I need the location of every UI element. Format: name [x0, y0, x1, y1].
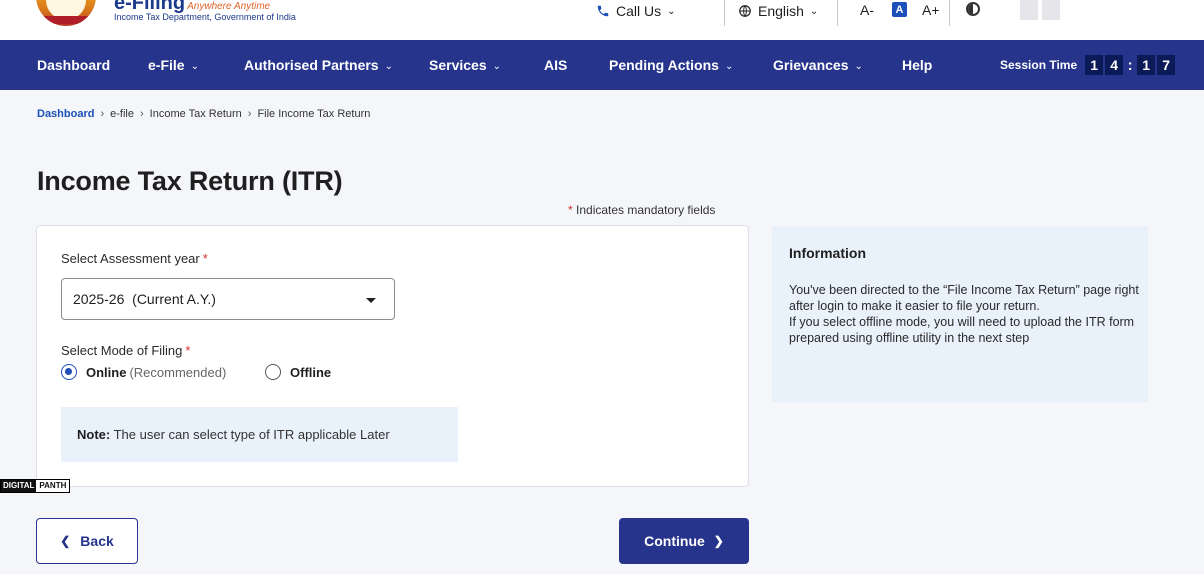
chevron-down-icon: ⌄	[854, 61, 863, 72]
chevron-right-icon: ❯	[713, 534, 724, 548]
chevron-down-icon: ⌄	[384, 61, 393, 72]
chevron-down-icon: ⌄	[492, 61, 501, 72]
divider	[724, 0, 725, 26]
session-digit: 4	[1105, 55, 1124, 75]
chevron-right-icon: ›	[139, 108, 144, 120]
call-us-dropdown[interactable]: Call Us ⌄	[596, 0, 676, 22]
breadcrumb-dashboard[interactable]: Dashboard	[37, 108, 94, 120]
nav-grievances[interactable]: Grievances ⌄	[773, 40, 863, 90]
nav-ais[interactable]: AIS	[544, 40, 567, 90]
divider	[949, 0, 950, 26]
avatar[interactable]	[1020, 0, 1062, 20]
nav-help[interactable]: Help	[902, 40, 932, 90]
breadcrumb: Dashboard › e-file › Income Tax Return › File …	[37, 108, 370, 120]
session-label: Session Time	[1000, 58, 1078, 72]
information-para-2: If you select offline mode, you will nee…	[789, 315, 1135, 345]
chevron-right-icon: ›	[247, 108, 252, 120]
globe-icon	[739, 5, 751, 17]
nav-e-file[interactable]: e-File ⌄	[148, 40, 199, 90]
filing-mode-label: Select Mode of Filing *	[61, 343, 191, 358]
chevron-down-icon: ⌄	[667, 5, 676, 17]
nav-authorised-partners[interactable]: Authorised Partners ⌄	[244, 40, 393, 90]
breadcrumb-e-file[interactable]: e-file	[110, 108, 134, 120]
mandatory-note: * Indicates mandatory fields	[568, 203, 716, 217]
note-box: Note: The user can select type of ITR ap…	[61, 407, 458, 462]
page-title: Income Tax Return (ITR)	[37, 166, 343, 196]
nav-pending-actions[interactable]: Pending Actions ⌄	[609, 40, 733, 90]
font-normal-button[interactable]: A	[892, 2, 907, 17]
chevron-left-icon: ❮	[60, 534, 71, 548]
assessment-year-select[interactable]: 2025-26 (Current A.Y.)	[61, 278, 395, 320]
session-timer: Session Time 1 4 : 1 7	[1000, 40, 1176, 90]
logo-tagline: Anywhere Anytime	[187, 1, 271, 12]
nav-services[interactable]: Services ⌄	[429, 40, 501, 90]
session-digit: 1	[1137, 55, 1156, 75]
caret-down-icon	[366, 298, 376, 303]
language-label: English	[758, 3, 804, 19]
watermark-logo: DIGITAL PANTH	[0, 479, 71, 493]
main-nav: Dashboard e-File ⌄ Authorised Partners ⌄ S…	[0, 40, 1204, 90]
session-digit: 7	[1157, 55, 1176, 75]
font-decrease-button[interactable]: A-	[860, 0, 874, 20]
contrast-icon[interactable]	[966, 2, 980, 16]
session-digit: 1	[1085, 55, 1104, 75]
note-text: The user can select type of ITR applicab…	[113, 427, 390, 442]
nav-dashboard[interactable]: Dashboard	[37, 40, 110, 90]
back-button[interactable]: ❮ Back	[36, 518, 138, 564]
top-header: e-Filing Anywhere Anytime Income Tax Depa…	[0, 0, 1204, 40]
information-para-1: You've been directed to the “File Income…	[789, 283, 1139, 313]
information-title: Information	[789, 245, 866, 261]
information-panel: Information You've been directed to the …	[772, 226, 1148, 402]
note-label: Note:	[77, 427, 111, 442]
assessment-year-value: 2025-26 (Current A.Y.)	[73, 291, 216, 307]
font-increase-button[interactable]: A+	[922, 0, 940, 20]
radio-button[interactable]	[61, 364, 77, 380]
breadcrumb-file-income-tax-return: File Income Tax Return	[257, 108, 371, 120]
radio-offline[interactable]: Offline	[265, 363, 331, 381]
chevron-down-icon: ⌄	[809, 5, 819, 17]
information-body: You've been directed to the “File Income…	[789, 282, 1141, 346]
itr-form-card: Select Assessment year * 2025-26 (Current…	[36, 225, 749, 487]
language-dropdown[interactable]: English ⌄	[738, 0, 818, 22]
phone-icon	[597, 5, 609, 17]
radio-button[interactable]	[265, 364, 281, 380]
session-colon: :	[1127, 56, 1133, 74]
chevron-down-icon: ⌄	[724, 61, 734, 72]
divider	[837, 0, 838, 26]
chevron-right-icon: ›	[100, 108, 105, 120]
emblem-logo[interactable]	[36, 0, 96, 28]
chevron-down-icon: ⌄	[190, 61, 199, 72]
call-us-label: Call Us	[616, 3, 662, 19]
breadcrumb-income-tax-return[interactable]: Income Tax Return	[150, 108, 242, 120]
radio-online[interactable]: Online (Recommended)	[61, 363, 226, 381]
continue-button[interactable]: Continue ❯	[619, 518, 749, 564]
assessment-year-label: Select Assessment year *	[61, 251, 208, 266]
logo-subtitle: Income Tax Department, Government of Ind…	[114, 12, 296, 22]
